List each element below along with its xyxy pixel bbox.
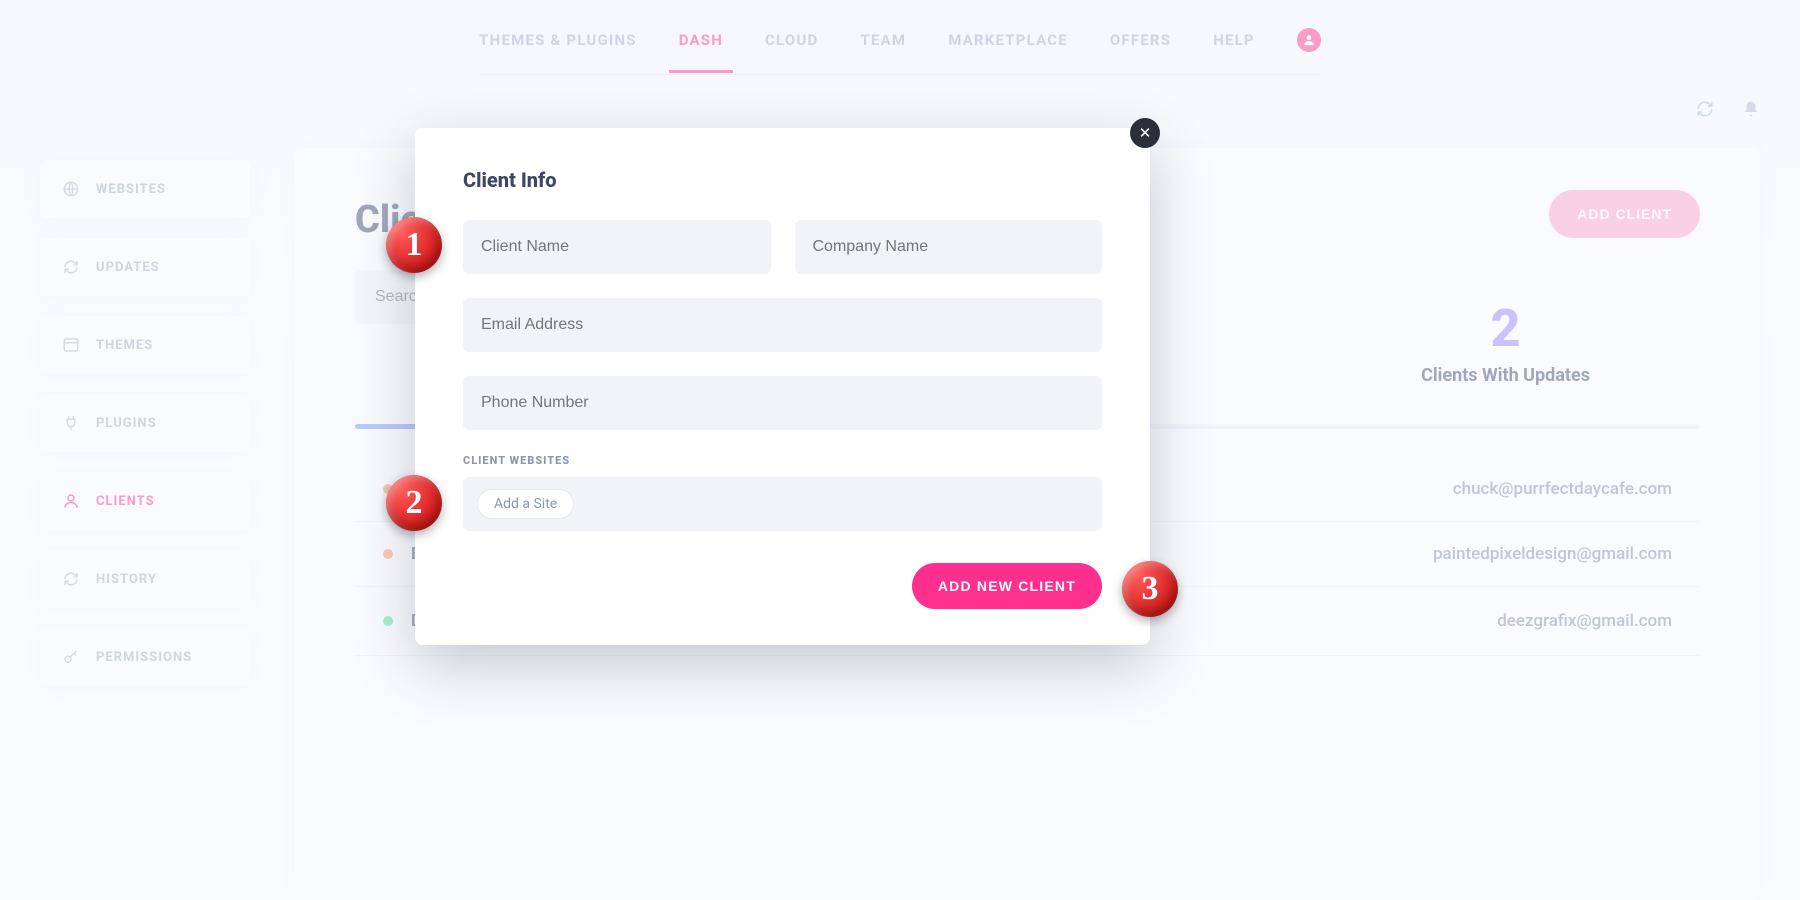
- sidebar-item-updates[interactable]: UPDATES: [40, 238, 250, 296]
- user-icon: [62, 492, 80, 510]
- email-field[interactable]: [463, 298, 1102, 352]
- nav-themes-plugins[interactable]: THEMES & PLUGINS: [479, 31, 637, 49]
- nav-cloud[interactable]: CLOUD: [765, 31, 818, 49]
- nav-dash[interactable]: DASH: [679, 31, 723, 49]
- stat-label: Clients With Updates: [1421, 365, 1590, 386]
- sidebar-item-plugins[interactable]: PLUGINS: [40, 394, 250, 452]
- sidebar-item-clients[interactable]: CLIENTS: [40, 472, 250, 530]
- client-info-modal: ✕ Client Info CLIENT WEBSITES Add a Site…: [415, 128, 1150, 645]
- client-websites-label: CLIENT WEBSITES: [463, 454, 1102, 467]
- sidebar-item-label: PLUGINS: [96, 416, 157, 431]
- client-websites-box: Add a Site: [463, 477, 1102, 531]
- refresh-icon: [62, 258, 80, 276]
- stat-block: 2 Clients With Updates: [1421, 298, 1590, 386]
- close-icon[interactable]: ✕: [1130, 118, 1160, 148]
- callout-1: 1: [386, 217, 442, 273]
- sidebar-item-label: WEBSITES: [96, 182, 166, 197]
- sidebar-item-label: PERMISSIONS: [96, 650, 192, 665]
- sidebar: WEBSITES UPDATES THEMES PLUGINS CLIENTS …: [40, 160, 250, 686]
- client-email: chuck@purrfectdaycafe.com: [1453, 479, 1672, 499]
- refresh-icon: [62, 570, 80, 588]
- add-client-button[interactable]: ADD CLIENT: [1549, 190, 1700, 238]
- add-site-chip[interactable]: Add a Site: [477, 489, 574, 519]
- utility-icons: [1696, 100, 1760, 122]
- sidebar-item-history[interactable]: HISTORY: [40, 550, 250, 608]
- globe-icon: [62, 180, 80, 198]
- sidebar-item-label: CLIENTS: [96, 494, 155, 509]
- top-nav: THEMES & PLUGINS DASH CLOUD TEAM MARKETP…: [0, 0, 1800, 75]
- sidebar-item-label: THEMES: [96, 338, 153, 353]
- stat-value: 2: [1421, 298, 1590, 359]
- client-name-field[interactable]: [463, 220, 771, 274]
- refresh-icon[interactable]: [1696, 100, 1714, 122]
- nav-help[interactable]: HELP: [1213, 31, 1255, 49]
- status-dot: [383, 549, 393, 559]
- modal-title: Client Info: [463, 168, 1102, 192]
- callout-3: 3: [1122, 561, 1178, 617]
- callout-2: 2: [386, 475, 442, 531]
- client-email: deezgrafix@gmail.com: [1497, 611, 1672, 631]
- sidebar-item-label: UPDATES: [96, 260, 160, 275]
- sidebar-item-label: HISTORY: [96, 572, 157, 587]
- nav-marketplace[interactable]: MARKETPLACE: [948, 31, 1068, 49]
- bell-icon[interactable]: [1742, 100, 1760, 122]
- company-name-field[interactable]: [795, 220, 1103, 274]
- sidebar-item-permissions[interactable]: PERMISSIONS: [40, 628, 250, 686]
- user-avatar-icon[interactable]: [1297, 28, 1321, 52]
- add-new-client-button[interactable]: ADD NEW CLIENT: [912, 563, 1102, 609]
- window-icon: [62, 336, 80, 354]
- key-icon: [62, 648, 80, 666]
- nav-team[interactable]: TEAM: [860, 31, 906, 49]
- sidebar-item-themes[interactable]: THEMES: [40, 316, 250, 374]
- top-nav-inner: THEMES & PLUGINS DASH CLOUD TEAM MARKETP…: [479, 28, 1321, 75]
- sidebar-item-websites[interactable]: WEBSITES: [40, 160, 250, 218]
- client-email: paintedpixeldesign@gmail.com: [1433, 544, 1672, 564]
- nav-offers[interactable]: OFFERS: [1110, 31, 1171, 49]
- phone-field[interactable]: [463, 376, 1102, 430]
- plug-icon: [62, 414, 80, 432]
- status-dot: [383, 616, 393, 626]
